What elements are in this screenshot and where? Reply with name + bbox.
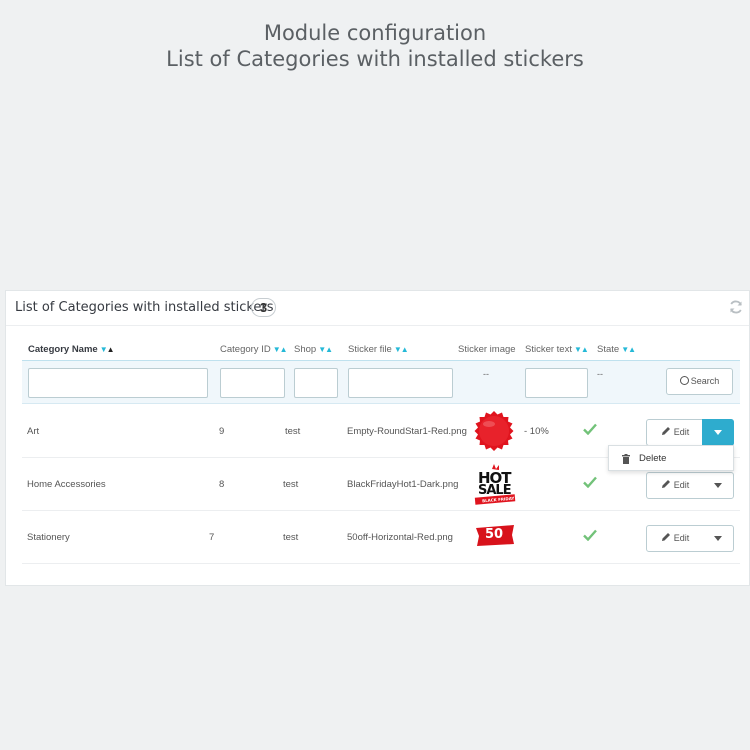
edit-label: Edit (673, 480, 690, 490)
filter-row: -- -- Search (22, 360, 740, 404)
category-id-cell: 9 (219, 426, 225, 437)
red-round-star-sticker (474, 411, 514, 451)
sticker-file-cell: 50off-Horizontal-Red.png (347, 532, 453, 543)
row-actions: Edit (646, 525, 734, 552)
column-header-category-id[interactable]: Category ID ▼▲ (220, 344, 288, 355)
actions-dropdown-toggle[interactable] (703, 526, 733, 551)
category-name-label: Category Name (28, 344, 98, 355)
shop-filter-input[interactable] (294, 368, 338, 398)
sticker-image-label: Sticker image (458, 344, 516, 355)
hot-sale-sticker: HOT SALE BLACK FRIDAY (472, 463, 518, 507)
sticker-image-filter-placeholder: -- (483, 369, 489, 379)
check-icon[interactable] (583, 476, 597, 488)
actions-dropdown-toggle[interactable] (702, 419, 734, 446)
check-icon[interactable] (583, 423, 597, 435)
edit-button[interactable]: Edit (647, 526, 703, 551)
category-name-cell: Art (27, 426, 40, 437)
chevron-down-icon (714, 430, 722, 435)
category-name-cell: Stationery (27, 532, 70, 543)
column-header-sticker-file[interactable]: Sticker file ▼▲ (348, 344, 409, 355)
sticker-file-cell: BlackFridayHot1-Dark.png (347, 479, 459, 490)
check-icon[interactable] (583, 529, 597, 541)
delete-menu-item[interactable]: Delete (609, 446, 733, 470)
fifty-off-sticker: 50 (474, 524, 516, 546)
category-id-filter-input[interactable] (220, 368, 285, 398)
shop-cell: test (283, 532, 299, 543)
edit-button[interactable]: Edit (647, 420, 703, 445)
search-icon (679, 376, 689, 385)
panel-header: List of Categories with installed sticke… (6, 291, 749, 326)
sort-icon[interactable]: ▼▲ (100, 345, 115, 354)
category-id-cell: 8 (219, 479, 225, 490)
categories-panel: List of Categories with installed sticke… (5, 290, 750, 586)
row-actions: Edit (646, 419, 734, 446)
category-id-label: Category ID (220, 344, 271, 355)
heading-line-2: List of Categories with installed sticke… (166, 47, 584, 71)
category-name-filter-input[interactable] (28, 368, 208, 398)
chevron-down-icon (714, 536, 722, 541)
search-label: Search (690, 376, 720, 386)
actions-dropdown-toggle[interactable] (703, 473, 733, 498)
shop-cell: test (285, 426, 301, 437)
edit-label: Edit (673, 427, 690, 437)
category-name-cell: Home Accessories (27, 479, 106, 490)
page-heading: Module configuration List of Categories … (0, 20, 750, 72)
state-label: State (597, 344, 620, 355)
row-actions: Edit (646, 472, 734, 499)
category-id-cell: 7 (209, 532, 215, 543)
sticker-text-cell: - 10% (524, 426, 549, 437)
edit-button[interactable]: Edit (647, 473, 703, 498)
sticker-text-filter-input[interactable] (525, 368, 588, 398)
pencil-icon (661, 480, 670, 488)
sticker-text-label: Sticker text (525, 344, 572, 355)
trash-icon (622, 454, 630, 464)
panel-title: List of Categories with installed sticke… (15, 300, 274, 315)
state-filter-placeholder: -- (597, 369, 603, 379)
search-button[interactable]: Search (666, 368, 733, 395)
actions-dropdown-menu: Delete (608, 445, 734, 471)
delete-label: Delete (639, 453, 667, 464)
sort-icon[interactable]: ▼▲ (394, 345, 409, 354)
fifty-text: 50 (485, 527, 504, 542)
edit-label: Edit (673, 533, 690, 543)
shop-label: Shop (294, 344, 317, 355)
shop-cell: test (283, 479, 299, 490)
table-row[interactable]: Stationery 7 test 50off-Horizontal-Red.p… (22, 511, 740, 564)
sticker-file-label: Sticker file (348, 344, 392, 355)
refresh-icon[interactable] (728, 299, 744, 315)
heading-line-1: Module configuration (263, 21, 487, 45)
sort-icon[interactable]: ▼▲ (273, 345, 288, 354)
column-header-sticker-image: Sticker image (458, 344, 516, 355)
sticker-file-filter-input[interactable] (348, 368, 453, 398)
column-header-category-name[interactable]: Category Name ▼▲ (28, 344, 115, 355)
column-header-state[interactable]: State ▼▲ (597, 344, 636, 355)
sort-icon[interactable]: ▼▲ (318, 345, 333, 354)
sort-icon[interactable]: ▼▲ (574, 345, 589, 354)
column-header-shop[interactable]: Shop ▼▲ (294, 344, 333, 355)
pencil-icon (661, 533, 670, 541)
sticker-file-cell: Empty-RoundStar1-Red.png (347, 426, 467, 437)
pencil-icon (661, 427, 670, 435)
chevron-down-icon (714, 483, 722, 488)
column-header-sticker-text[interactable]: Sticker text ▼▲ (525, 344, 589, 355)
sort-icon[interactable]: ▼▲ (621, 345, 636, 354)
count-badge: 3 (251, 298, 276, 317)
